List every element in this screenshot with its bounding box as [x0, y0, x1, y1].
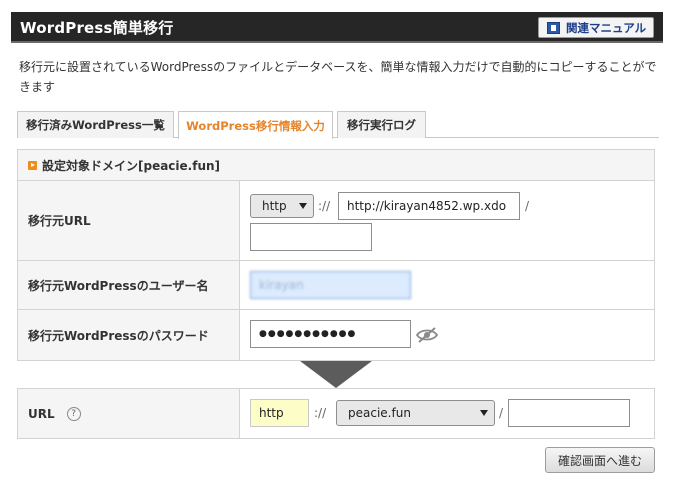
tab-migration-input[interactable]: WordPress移行情報入力: [178, 111, 333, 139]
source-protocol-value: http: [262, 199, 287, 213]
destination-scheme-separator: ://: [314, 406, 327, 420]
chevron-down-icon: [480, 410, 488, 416]
source-protocol-select[interactable]: http: [250, 194, 314, 218]
password-row: 移行元WordPressのパスワード ●●●●●●●●●●●: [18, 310, 654, 360]
destination-domain-value: peacie.fun: [348, 406, 411, 420]
source-url-label: 移行元URL: [18, 181, 240, 260]
eye-slash-icon[interactable]: [416, 327, 438, 343]
proceed-to-confirm-button[interactable]: 確認画面へ進む: [544, 447, 655, 473]
destination-url-label: URL: [28, 406, 55, 421]
username-row: 移行元WordPressのユーザー名 kirayan: [18, 261, 654, 310]
tab-bar: 移行済みWordPress一覧 WordPress移行情報入力 移行実行ログ: [17, 111, 659, 139]
header-bar: WordPress簡単移行 関連マニュアル: [11, 12, 663, 43]
book-icon: [547, 21, 560, 34]
settings-heading: 設定対象ドメイン[peacie.fun]: [18, 150, 654, 181]
username-input[interactable]: kirayan: [250, 271, 411, 299]
destination-path-input[interactable]: [508, 399, 630, 427]
tab-migration-log[interactable]: 移行実行ログ: [337, 111, 426, 138]
destination-protocol-field: http: [250, 399, 309, 427]
source-path-input[interactable]: [250, 223, 372, 251]
destination-path-slash: /: [499, 406, 504, 420]
source-scheme-separator: ://: [318, 199, 331, 213]
settings-heading-text: 設定対象ドメイン[peacie.fun]: [42, 158, 221, 173]
tab-migrated-list[interactable]: 移行済みWordPress一覧: [17, 111, 174, 138]
help-icon[interactable]: ?: [66, 406, 81, 421]
source-host-input[interactable]: http://kirayan4852.wp.xdo: [338, 192, 520, 220]
username-field: kirayan: [240, 261, 654, 309]
password-field: ●●●●●●●●●●●: [240, 310, 654, 360]
source-path-slash: /: [525, 199, 530, 213]
destination-url-field: http :// peacie.fun /: [240, 389, 654, 438]
down-arrow-icon: [300, 361, 372, 388]
related-manual-label: 関連マニュアル: [566, 20, 647, 35]
password-input[interactable]: ●●●●●●●●●●●: [250, 320, 411, 348]
destination-url-panel: URL ? http :// peacie.fun /: [17, 388, 655, 439]
destination-domain-select[interactable]: peacie.fun: [336, 400, 495, 426]
page-title: WordPress簡単移行: [20, 19, 174, 37]
username-label: 移行元WordPressのユーザー名: [18, 261, 240, 309]
password-label: 移行元WordPressのパスワード: [18, 310, 240, 360]
related-manual-button[interactable]: 関連マニュアル: [538, 17, 654, 38]
settings-panel: 設定対象ドメイン[peacie.fun] 移行元URL http :// htt…: [17, 149, 655, 361]
source-url-row: 移行元URL http :// http://kirayan4852.wp.xd…: [18, 181, 654, 261]
destination-url-label-cell: URL ?: [18, 389, 240, 438]
arrow-bullet-icon: [28, 160, 37, 170]
chevron-down-icon: [299, 203, 307, 209]
description-text: 移行元に設置されているWordPressのファイルとデータベースを、簡単な情報入…: [19, 60, 657, 94]
source-url-field: http :// http://kirayan4852.wp.xdo /: [240, 181, 654, 260]
